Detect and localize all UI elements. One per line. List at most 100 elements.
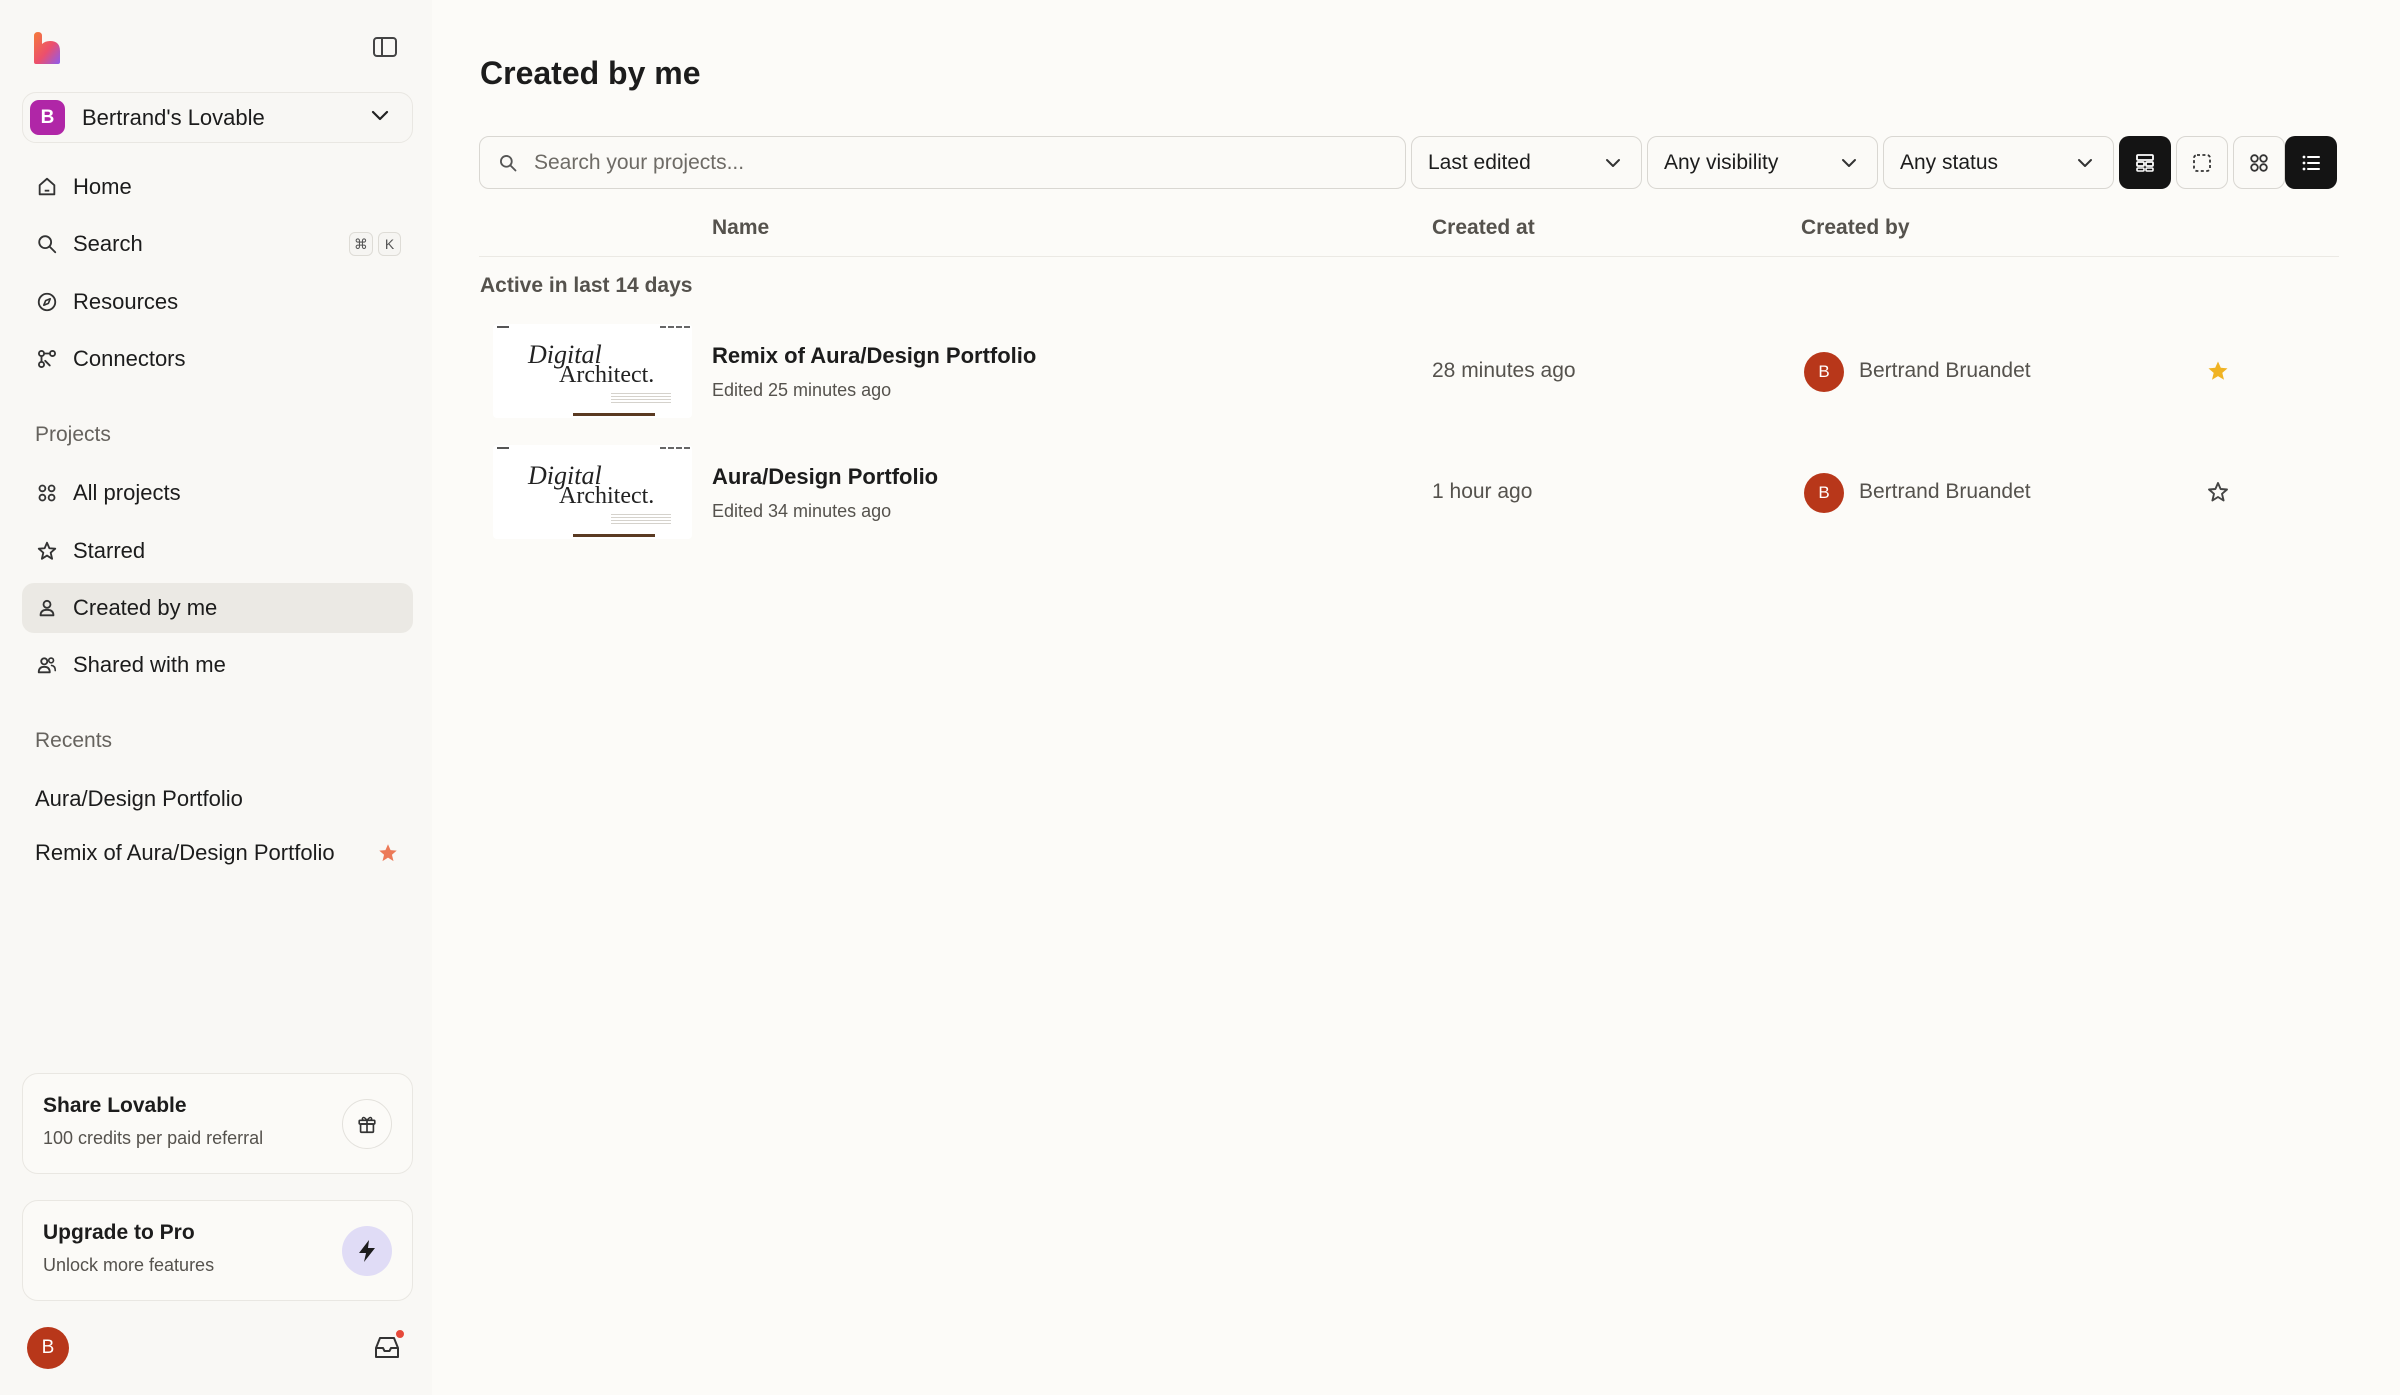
search-input[interactable] xyxy=(534,150,1394,175)
project-name[interactable]: Remix of Aura/Design Portfolio xyxy=(712,343,1036,369)
notification-dot xyxy=(394,1328,406,1340)
select-mode-button[interactable] xyxy=(2176,136,2228,189)
thumbnail-line-2: Architect. xyxy=(559,483,655,509)
project-edited: Edited 34 minutes ago xyxy=(712,501,892,521)
column-header-name[interactable]: Name xyxy=(712,216,769,240)
table-row[interactable]: Digital Architect. Aura/Design Portfolio… xyxy=(479,437,2339,547)
gift-button[interactable] xyxy=(342,1099,392,1149)
user-avatar[interactable]: B xyxy=(27,1327,69,1369)
share-card-subtitle: 100 credits per paid referral xyxy=(43,1128,264,1148)
thumbnail-decoration xyxy=(573,534,655,537)
list-view-button[interactable] xyxy=(2285,136,2337,189)
column-header-created-at[interactable]: Created at xyxy=(1432,216,1535,240)
chevron-down-icon xyxy=(1842,159,1856,167)
table-view-icon xyxy=(2136,153,2154,172)
sort-select-value: Last edited xyxy=(1428,150,1531,174)
search-icon xyxy=(38,235,57,254)
group-label: Active in last 14 days xyxy=(480,274,693,297)
nav-search-label: Search xyxy=(73,231,143,256)
visibility-select[interactable]: Any visibility xyxy=(1647,136,1878,189)
thumbnail-decoration xyxy=(611,514,671,524)
project-creator: Bertrand Bruandet xyxy=(1859,359,2031,382)
chevron-down-icon xyxy=(2078,159,2092,167)
sidebar-toggle-icon[interactable] xyxy=(372,36,398,58)
nav-resources-label: Resources xyxy=(73,289,179,314)
nav-home-label: Home xyxy=(73,174,132,199)
thumbnail-line-2: Architect. xyxy=(559,362,655,388)
nav-created-by-me-label: Created by me xyxy=(73,595,218,620)
creator-avatar: B xyxy=(1804,352,1844,392)
upgrade-button[interactable] xyxy=(342,1226,392,1276)
users-icon xyxy=(37,657,57,674)
lovable-logo-icon[interactable] xyxy=(31,32,63,64)
visibility-select-value: Any visibility xyxy=(1664,150,1779,174)
k-key: K xyxy=(378,232,401,256)
star-filled-icon[interactable] xyxy=(377,842,399,864)
header-divider xyxy=(479,256,2339,257)
project-created-at: 1 hour ago xyxy=(1432,480,1533,503)
nav-all-projects[interactable]: All projects xyxy=(22,468,413,518)
table-view-button[interactable] xyxy=(2119,136,2171,189)
status-select[interactable]: Any status xyxy=(1883,136,2114,189)
chevron-down-icon xyxy=(371,110,389,121)
project-thumbnail: Digital Architect. xyxy=(493,445,692,539)
search-shortcut: ⌘ K xyxy=(349,232,401,256)
nav-connectors-label: Connectors xyxy=(73,346,186,371)
grid-view-button[interactable] xyxy=(2233,136,2285,189)
workspace-avatar: B xyxy=(30,100,65,135)
projects-section-title: Projects xyxy=(35,423,111,446)
compass-icon xyxy=(37,292,57,312)
nav-resources[interactable]: Resources xyxy=(22,277,413,327)
chevron-down-icon xyxy=(1606,159,1620,167)
sort-select[interactable]: Last edited xyxy=(1411,136,1642,189)
nav-created-by-me[interactable]: Created by me xyxy=(22,583,413,633)
nav-starred[interactable]: Starred xyxy=(22,526,413,576)
nav-home[interactable]: Home xyxy=(22,162,413,212)
star-outline-icon[interactable] xyxy=(2206,480,2230,504)
sidebar: B Bertrand's Lovable Home Search ⌘ K Res… xyxy=(0,0,432,1395)
nav-search[interactable]: Search ⌘ K xyxy=(22,219,413,269)
nav-starred-label: Starred xyxy=(73,538,146,563)
search-bar[interactable] xyxy=(479,136,1406,189)
home-icon xyxy=(38,177,56,196)
status-select-value: Any status xyxy=(1900,150,1999,174)
thumbnail-decoration xyxy=(497,447,509,449)
nav-shared-with-me-label: Shared with me xyxy=(73,652,226,677)
recent-item[interactable]: Remix of Aura/Design Portfolio xyxy=(22,830,413,876)
upgrade-card[interactable]: Upgrade to Pro Unlock more features xyxy=(22,1200,413,1301)
table-row[interactable]: Digital Architect. Remix of Aura/Design … xyxy=(479,316,2339,426)
grid-view-icon xyxy=(2250,153,2268,172)
recents-section-title: Recents xyxy=(35,729,113,752)
thumbnail-decoration xyxy=(611,393,671,403)
select-icon xyxy=(2193,153,2211,172)
workspace-switcher[interactable]: B Bertrand's Lovable xyxy=(22,92,413,143)
upgrade-card-title: Upgrade to Pro xyxy=(43,1221,195,1244)
search-icon xyxy=(500,154,517,171)
thumbnail-decoration xyxy=(573,413,655,416)
user-icon xyxy=(39,599,55,617)
thumbnail-decoration xyxy=(660,326,690,328)
recent-item[interactable]: Aura/Design Portfolio xyxy=(22,776,413,822)
share-lovable-card[interactable]: Share Lovable 100 credits per paid refer… xyxy=(22,1073,413,1174)
cmd-key: ⌘ xyxy=(349,232,373,256)
star-filled-icon[interactable] xyxy=(2206,359,2230,383)
workspace-name: Bertrand's Lovable xyxy=(82,104,265,130)
project-thumbnail: Digital Architect. xyxy=(493,324,692,418)
column-header-created-by[interactable]: Created by xyxy=(1801,216,1910,240)
connectors-icon xyxy=(38,350,56,368)
share-card-title: Share Lovable xyxy=(43,1094,187,1117)
nav-all-projects-label: All projects xyxy=(73,480,181,505)
thumbnail-decoration xyxy=(497,326,509,328)
page-title: Created by me xyxy=(480,55,701,91)
project-name[interactable]: Aura/Design Portfolio xyxy=(712,464,938,490)
upgrade-card-subtitle: Unlock more features xyxy=(43,1255,215,1275)
project-created-at: 28 minutes ago xyxy=(1432,359,1576,382)
project-edited: Edited 25 minutes ago xyxy=(712,380,892,400)
nav-connectors[interactable]: Connectors xyxy=(22,334,413,384)
gift-icon xyxy=(358,1116,376,1134)
star-icon xyxy=(37,541,57,560)
grid-icon xyxy=(38,484,56,502)
thumbnail-decoration xyxy=(660,447,690,449)
nav-shared-with-me[interactable]: Shared with me xyxy=(22,640,413,690)
lightning-icon xyxy=(359,1240,375,1262)
